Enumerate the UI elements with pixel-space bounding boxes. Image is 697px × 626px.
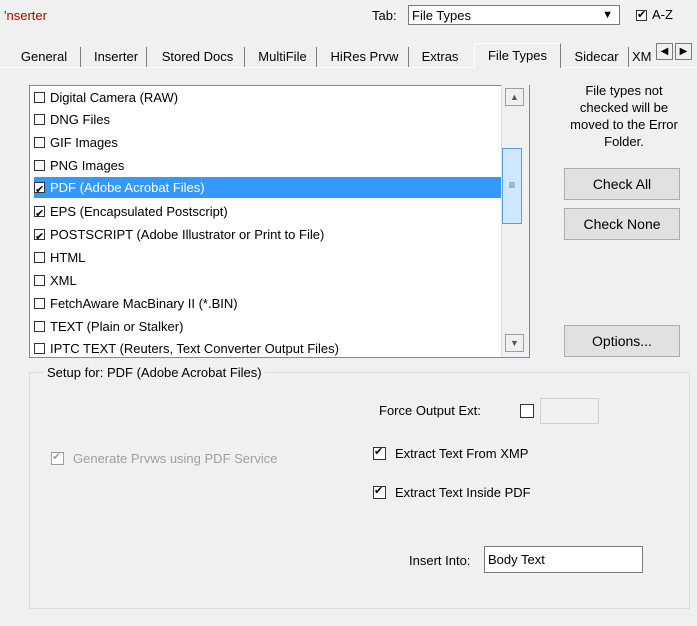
tab-hires-prvw[interactable]: HiRes Prvw [321,47,409,67]
tab-xm[interactable]: XM [632,47,654,67]
list-item[interactable]: TEXT (Plain or Stalker) [34,316,504,337]
az-checkbox-box[interactable] [636,8,647,22]
generate-prvws-option: Generate Prvws using PDF Service [51,450,278,466]
tab-stored-docs[interactable]: Stored Docs [151,47,245,67]
list-item-checkbox[interactable] [34,343,45,355]
tab-strip-line [0,67,697,68]
options-button[interactable]: Options... [564,325,680,357]
list-item-checkbox[interactable] [34,160,45,172]
list-item-checkbox[interactable] [34,298,45,310]
list-item-label: IPTC TEXT (Reuters, Text Converter Outpu… [50,341,339,356]
list-item-checkbox[interactable] [34,204,45,225]
tab-file-types[interactable]: File Types [474,43,561,68]
extract-pdf-label: Extract Text Inside PDF [395,485,531,500]
list-item-label: DNG Files [50,112,110,127]
list-item[interactable]: POSTSCRIPT (Adobe Illustrator or Print t… [34,224,504,248]
az-label: A-Z [652,7,673,22]
list-item[interactable]: FetchAware MacBinary II (*.BIN) [34,293,504,314]
list-item[interactable]: Digital Camera (RAW) [34,87,504,108]
app-title: 'nserter [4,8,47,23]
list-item-checkbox[interactable] [34,92,45,104]
tab-extras[interactable]: Extras [412,47,468,67]
insert-into-label: Insert Into: [409,553,471,568]
list-item-label: TEXT (Plain or Stalker) [50,319,184,334]
list-item[interactable]: PNG Images [34,155,504,176]
force-output-label: Force Output Ext: [379,403,481,418]
file-types-note: File types not checked will be moved to … [570,83,678,149]
file-types-list[interactable]: Digital Camera (RAW) DNG Files GIF Image… [29,85,530,358]
generate-prvws-checkbox [51,450,64,466]
list-item-checkbox[interactable] [34,180,45,201]
force-output-ext-field [540,398,599,424]
tab-general[interactable]: General [8,47,81,67]
list-item-label: Digital Camera (RAW) [50,90,179,105]
list-item[interactable]: DNG Files [34,109,504,130]
setup-group-title: Setup for: PDF (Adobe Acrobat Files) [44,365,265,380]
list-item-label: PDF (Adobe Acrobat Files) [50,180,205,195]
tab-sidecar[interactable]: Sidecar [565,47,629,67]
list-item[interactable]: GIF Images [34,132,504,153]
tab-select-label: Tab: [372,8,397,23]
tab-select-dropdown[interactable]: File Types ▼ [408,5,620,25]
check-none-button[interactable]: Check None [564,208,680,240]
extract-pdf-checkbox[interactable] [373,484,386,500]
list-item-label: FetchAware MacBinary II (*.BIN) [50,296,238,311]
list-item-label: POSTSCRIPT (Adobe Illustrator or Print t… [50,227,325,242]
extract-xmp-checkbox[interactable] [373,445,386,461]
scroll-up-icon[interactable]: ▲ [505,88,524,106]
insert-into-value: Body Text [488,552,545,567]
tab-select-value: File Types [412,8,472,23]
insert-into-field[interactable]: Body Text [484,546,643,573]
list-item[interactable]: PDF (Adobe Acrobat Files) [34,177,504,201]
tab-scroll-right-icon[interactable]: ▶ [675,43,692,60]
chevron-down-icon: ▼ [602,9,613,21]
list-item-checkbox[interactable] [34,114,45,126]
list-item-label: EPS (Encapsulated Postscript) [50,204,228,219]
list-item[interactable]: IPTC TEXT (Reuters, Text Converter Outpu… [34,338,504,357]
force-output-checkbox[interactable] [520,403,534,418]
scroll-down-icon[interactable]: ▼ [505,334,524,352]
tab-inserter[interactable]: Inserter [86,47,147,67]
list-item-checkbox[interactable] [34,137,45,149]
extract-xmp-option[interactable]: Extract Text From XMP [373,445,529,461]
list-item-checkbox[interactable] [34,321,45,333]
list-item[interactable]: XML [34,270,504,291]
list-item-label: HTML [50,250,86,265]
list-item[interactable]: HTML [34,247,504,268]
check-all-button[interactable]: Check All [564,168,680,200]
list-item-label: XML [50,273,77,288]
tab-scroll-left-icon[interactable]: ◀ [656,43,673,60]
generate-prvws-label: Generate Prvws using PDF Service [73,451,278,466]
list-item-checkbox[interactable] [34,252,45,264]
extract-xmp-label: Extract Text From XMP [395,446,529,461]
list-item-label: PNG Images [50,158,125,173]
tab-multifile[interactable]: MultiFile [249,47,317,67]
scrollbar-thumb[interactable]: ≡ [502,148,522,224]
extract-pdf-option[interactable]: Extract Text Inside PDF [373,484,531,500]
list-item-label: GIF Images [50,135,118,150]
list-item-checkbox[interactable] [34,275,45,287]
list-item[interactable]: EPS (Encapsulated Postscript) [34,201,504,225]
az-sort-checkbox[interactable]: A-Z [636,7,673,22]
list-item-checkbox[interactable] [34,227,45,248]
